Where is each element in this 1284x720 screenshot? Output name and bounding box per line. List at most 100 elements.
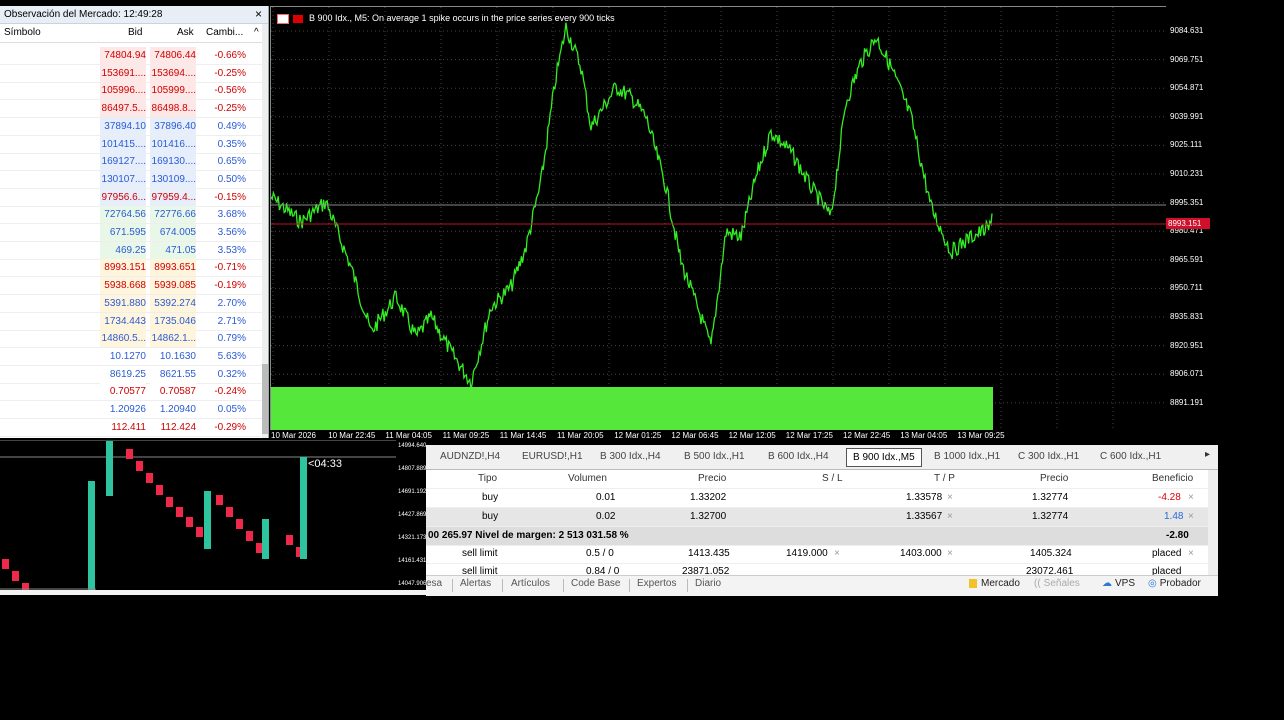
remove-tp-icon[interactable]: × <box>947 489 953 507</box>
tab-journal[interactable]: Diario <box>695 578 721 589</box>
col-ask[interactable]: Ask <box>177 24 194 42</box>
market-watch-row[interactable]: ↘BullX777.74804.9474806.44-0.66% <box>0 47 262 65</box>
market-watch-row[interactable]: ↘BullX1000.86497.5...86498.8...-0.25% <box>0 100 262 119</box>
bearish-candle <box>196 527 203 537</box>
chart-tab[interactable]: B 300 Idx.,H4 <box>594 448 667 465</box>
chart-window-icon <box>277 13 289 24</box>
remove-tp-icon[interactable]: × <box>947 545 953 563</box>
market-watch-row[interactable]: ↗BCHUSD.!469.25471.053.53% <box>0 241 262 260</box>
chart-tab[interactable]: B 600 Idx.,H4 <box>762 448 835 465</box>
close-position-icon[interactable]: × <box>1188 508 1194 526</box>
price-label: 8920.951 <box>1170 340 1204 350</box>
sort-arrow-icon[interactable]: ^ <box>254 24 259 42</box>
ask-cell: 105999.... <box>150 82 196 100</box>
close-icon[interactable]: × <box>255 6 262 23</box>
tab-articles[interactable]: Artículos <box>511 578 550 589</box>
col-profit[interactable]: Beneficio <box>1152 470 1193 488</box>
bearish-candle <box>246 531 253 541</box>
position-row[interactable]: buy 0.01 1.33202 1.33578 × 1.32774 -4.28… <box>426 489 1208 508</box>
toolbox-tabs: esa Alertas Artículos Code Base Expertos… <box>426 575 1218 596</box>
change-cell: -0.24% <box>214 386 246 398</box>
col-bid[interactable]: Bid <box>128 24 142 42</box>
tab-alerts[interactable]: Alertas <box>460 578 491 589</box>
chart-tab[interactable]: C 300 Idx.,H1 <box>1012 448 1085 465</box>
chart-title-text: B 900 Idx., M5: On average 1 spike occur… <box>309 13 615 23</box>
tab-experts[interactable]: Expertos <box>637 578 676 589</box>
market-watch-row[interactable]: ↘AUDUSD!0.705770.70587-0.24% <box>0 383 262 402</box>
chart-tab[interactable]: EURUSD!,H1 <box>516 448 589 465</box>
tab-trade[interactable]: esa <box>426 578 442 589</box>
col-price[interactable]: Precio <box>698 470 726 488</box>
position-tp: 1.33578 <box>906 492 943 503</box>
market-watch-row[interactable]: ↘BullX500.153691....153694....-0.25% <box>0 64 262 83</box>
col-symbol[interactable]: Símbolo <box>4 24 41 42</box>
position-current-price: 1.32774 <box>1032 511 1069 522</box>
scrollbar-thumb[interactable] <box>262 364 268 434</box>
market-watch-row[interactable]: ↘BullX400.105996....105999....-0.56% <box>0 82 262 101</box>
chart-tab[interactable]: B 1000 Idx.,H1 <box>928 448 1006 465</box>
market-watch-row[interactable]: ↗AUS200!8619.258621.550.32% <box>0 365 262 384</box>
market-watch-row[interactable]: ↗AVXUSD!10.127010.16305.63% <box>0 347 262 366</box>
market-watch-row[interactable]: ↗BearX400.130107....130109....0.50% <box>0 170 262 189</box>
market-watch-row[interactable]: ↘B 600 Idx.5938.6685939.085-0.19% <box>0 277 262 296</box>
change-cell: -0.66% <box>214 50 246 61</box>
secondary-chart[interactable]: <04:33 <box>0 440 396 593</box>
bid-cell: 86497.5... <box>100 100 146 118</box>
signals-button[interactable]: ((Señales <box>1034 578 1080 589</box>
tab-scroll-right-icon[interactable]: ▸ <box>1205 449 1210 460</box>
market-watch-row[interactable]: ↗BearX900.37894.1037896.400.49% <box>0 117 262 136</box>
bid-cell: 10.1270 <box>100 347 146 365</box>
main-chart[interactable]: B 900 Idx., M5: On average 1 spike occur… <box>270 6 1168 432</box>
market-watch-row[interactable]: ↗B 300 Idx.1734.4431735.0462.71% <box>0 312 262 331</box>
col-tp[interactable]: T / P <box>934 470 955 488</box>
cancel-order-icon[interactable]: × <box>1188 545 1194 563</box>
chart-tab[interactable]: B 900 Idx.,M5 <box>846 448 922 467</box>
vps-button[interactable]: ☁ VPS <box>1102 578 1135 589</box>
market-watch-row[interactable]: ↗AUDNZD!1.209261.209400.05% <box>0 401 262 419</box>
bag-icon <box>969 578 977 588</box>
scrollbar[interactable] <box>1208 470 1218 578</box>
position-row[interactable]: buy 0.02 1.32700 1.33567 × 1.32774 1.48 … <box>426 508 1208 527</box>
market-watch-row[interactable]: ↘BearX1000.97956.6...97959.4...-0.15% <box>0 188 262 207</box>
chart-tab[interactable]: AUDNZD!,H4 <box>434 448 506 465</box>
ask-cell: 74806.44 <box>150 47 196 64</box>
market-watch-row[interactable]: ↗B 500 Idx.5391.8805392.2742.70% <box>0 294 262 313</box>
change-cell: 0.50% <box>217 173 246 185</box>
market-watch-row[interactable]: ↗BNBUSD!671.595674.0053.56% <box>0 224 262 242</box>
chart-tab[interactable]: C 600 Idx.,H1 <box>1094 448 1167 465</box>
time-label: 11 Mar 14:45 <box>499 431 547 440</box>
col-current-price[interactable]: Precio <box>1040 470 1068 488</box>
col-sl[interactable]: S / L <box>822 470 843 488</box>
col-change[interactable]: Cambi... <box>206 24 243 42</box>
time-label: 11 Mar 09:25 <box>442 431 490 440</box>
bid-cell: 130107.... <box>100 170 146 188</box>
bullish-candle <box>300 457 307 559</box>
market-watch-row[interactable]: ↗B 1000 Idx.14860.5...14862.1...0.79% <box>0 330 262 349</box>
tester-button[interactable]: ◎ Probador <box>1148 578 1201 589</box>
scrollbar[interactable] <box>262 24 268 438</box>
tab-code-base[interactable]: Code Base <box>571 578 620 589</box>
market-watch-header: Símbolo Bid Ask Cambi... ^ <box>0 24 268 43</box>
col-type[interactable]: Tipo <box>478 470 497 488</box>
market-watch-row[interactable]: ↗BearX500.169127....169130....0.65% <box>0 153 262 172</box>
market-watch-row[interactable]: ↗BTCUSD.!72764.5672776.663.68% <box>0 206 262 225</box>
market-watch-row[interactable]: ↘AUDJPY!112.411112.424-0.29% <box>0 418 262 437</box>
time-label: 12 Mar 22:45 <box>843 431 891 440</box>
market-button[interactable]: Mercado <box>969 578 1020 589</box>
chart-tab[interactable]: B 500 Idx.,H1 <box>678 448 751 465</box>
market-watch-row[interactable]: ↗BearX777.101415....101416....0.35% <box>0 135 262 154</box>
volume-histogram <box>271 387 993 431</box>
remove-tp-icon[interactable]: × <box>947 508 953 526</box>
change-cell: 0.05% <box>217 404 246 415</box>
bearish-candle <box>2 559 9 569</box>
close-position-icon[interactable]: × <box>1188 489 1194 507</box>
change-cell: 2.71% <box>217 315 246 327</box>
toolbox-strip <box>0 590 426 595</box>
remove-sl-icon[interactable]: × <box>834 545 840 563</box>
order-row[interactable]: sell limit 0.5 / 0 1413.435 1419.000 × 1… <box>426 545 1208 564</box>
position-profit: 1.48 <box>1164 511 1184 522</box>
market-watch-row[interactable]: ↘B 900 Idx.8993.1518993.651-0.71% <box>0 259 262 278</box>
col-volume[interactable]: Volumen <box>568 470 607 488</box>
ask-cell: 8993.651 <box>150 259 196 277</box>
sub-price-label: 14994.640 <box>398 443 427 449</box>
